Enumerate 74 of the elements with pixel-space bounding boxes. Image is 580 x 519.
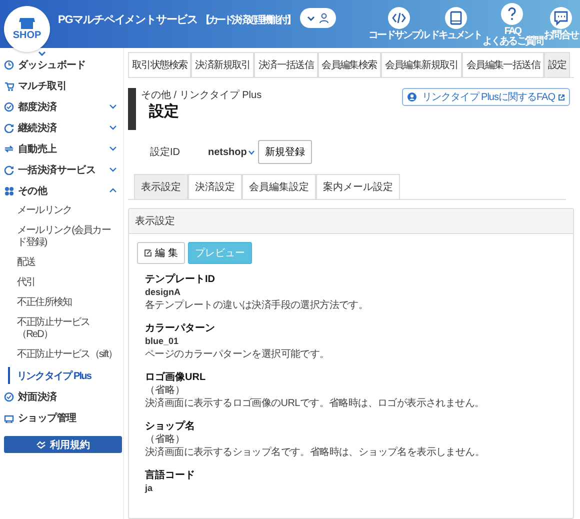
field-label: 言語コード xyxy=(145,469,196,482)
field-value: ja xyxy=(145,482,154,495)
check-circle-icon xyxy=(4,392,14,402)
field-value: （省略） xyxy=(145,433,186,446)
tab[interactable]: 決済設定 xyxy=(188,174,242,199)
settings-dropdown[interactable]: netshop xyxy=(208,146,256,158)
chevron-icon xyxy=(307,16,316,20)
monitor-icon xyxy=(4,412,14,422)
tab[interactable]: 会員編集一括送信 xyxy=(462,52,544,77)
account-menu[interactable] xyxy=(300,8,336,28)
tab[interactable]: 会員編集新規取引 xyxy=(380,52,462,77)
tab[interactable]: 決済新規取引 xyxy=(191,52,254,77)
user-icon xyxy=(319,13,330,23)
clock-icon xyxy=(4,60,14,70)
field-value: designA xyxy=(145,286,182,299)
tab[interactable]: 設定 xyxy=(544,52,570,77)
external-link-icon xyxy=(558,94,565,100)
title-accent-bar xyxy=(128,88,136,130)
plan-label: 【カード決済処理機能付】 xyxy=(200,13,294,27)
sidebar-subitem[interactable]: リンクタイプ Plus xyxy=(8,367,123,384)
tab[interactable]: 会員編集検索 xyxy=(318,52,381,77)
faq-link[interactable]: リンクタイプ Plusに関するFAQ xyxy=(402,88,570,106)
sidebar-item[interactable]: 継続決済 xyxy=(0,117,123,138)
sidebar-subitem[interactable]: メールリンク(会員カード登録) xyxy=(0,221,123,253)
sidebar-item[interactable]: 都度決済 xyxy=(0,96,123,117)
check-circle-icon xyxy=(4,102,14,112)
page-title: 設定 xyxy=(148,102,180,121)
field-label: テンプレートID xyxy=(145,273,216,286)
refresh-icon xyxy=(4,164,14,174)
sidebar-item[interactable]: 一括決済サービス xyxy=(0,159,123,180)
sidebar-subitem[interactable]: 代引 xyxy=(0,273,123,293)
field-description: ページのカラーパターンを選択可能です。 xyxy=(145,348,330,362)
sidebar-item[interactable]: 自動売上 xyxy=(0,138,123,159)
sidebar-item[interactable]: ショップ管理 xyxy=(0,407,123,428)
arrows-icon xyxy=(4,144,14,154)
refresh-icon xyxy=(4,122,14,132)
panel-header: 表示設定 xyxy=(129,209,573,234)
field-value: （省略） xyxy=(145,384,186,397)
sidebar-item[interactable]: ダッシュボード xyxy=(0,54,123,75)
edit-icon xyxy=(144,249,152,257)
new-button[interactable]: 新規登録 xyxy=(258,140,312,164)
sidebar-subitem[interactable]: 不正防止サービス（sift） xyxy=(0,345,123,365)
app-title: PGマルチペイメントサービス xyxy=(58,13,198,27)
chat-icon xyxy=(552,9,570,27)
field-description: 決済画面に表示するショップ名です。省略時は、ショップ名を表示しません。 xyxy=(145,446,486,460)
sidebar-item[interactable]: 対面決済 xyxy=(0,386,123,407)
chevron-icon xyxy=(248,150,255,154)
field-label: ショップ名 xyxy=(145,420,196,433)
field-description: 各テンプレートの違いは決済手段の選択方法です。 xyxy=(145,299,370,313)
breadcrumb: その他 / リンクタイプ Plus xyxy=(141,88,263,102)
tab[interactable]: 取引状態検索 xyxy=(128,52,192,77)
sidebar-subitem[interactable]: メールリンク xyxy=(0,201,123,221)
tab[interactable]: 表示設定 xyxy=(134,174,188,199)
field-description: 決済画面に表示するロゴ画像のURLです。省略時は、ロゴが表示されません。 xyxy=(145,397,486,411)
store-icon xyxy=(19,17,35,29)
tab[interactable]: 決済一括送信 xyxy=(254,52,318,77)
field-value: blue_01 xyxy=(145,335,180,348)
sidebar-item[interactable]: マルチ取引 xyxy=(0,75,123,96)
cart-icon xyxy=(4,80,14,90)
field-label: ロゴ画像URL xyxy=(145,371,207,384)
tab[interactable]: 会員編集設定 xyxy=(242,174,316,199)
tab[interactable]: 案内メール設定 xyxy=(316,174,400,199)
dots-icon xyxy=(4,186,14,196)
sidebar-subitem[interactable]: 配送 xyxy=(0,253,123,273)
edit-button[interactable]: 編 集 xyxy=(137,242,185,264)
terms-button[interactable]: 利用規約 xyxy=(4,436,122,453)
field-label: カラーパターン xyxy=(145,322,216,335)
field-label: 設定ID xyxy=(150,146,181,159)
chevron-icon xyxy=(38,51,46,56)
sidebar-item[interactable]: その他 xyxy=(0,180,123,201)
sidebar-subitem[interactable]: 不正住所検知 xyxy=(0,293,123,313)
sidebar-subitem[interactable]: 不正防止サービス（ReD） xyxy=(0,313,123,345)
person-icon xyxy=(406,92,419,102)
logo-text: SHOP xyxy=(12,30,42,41)
